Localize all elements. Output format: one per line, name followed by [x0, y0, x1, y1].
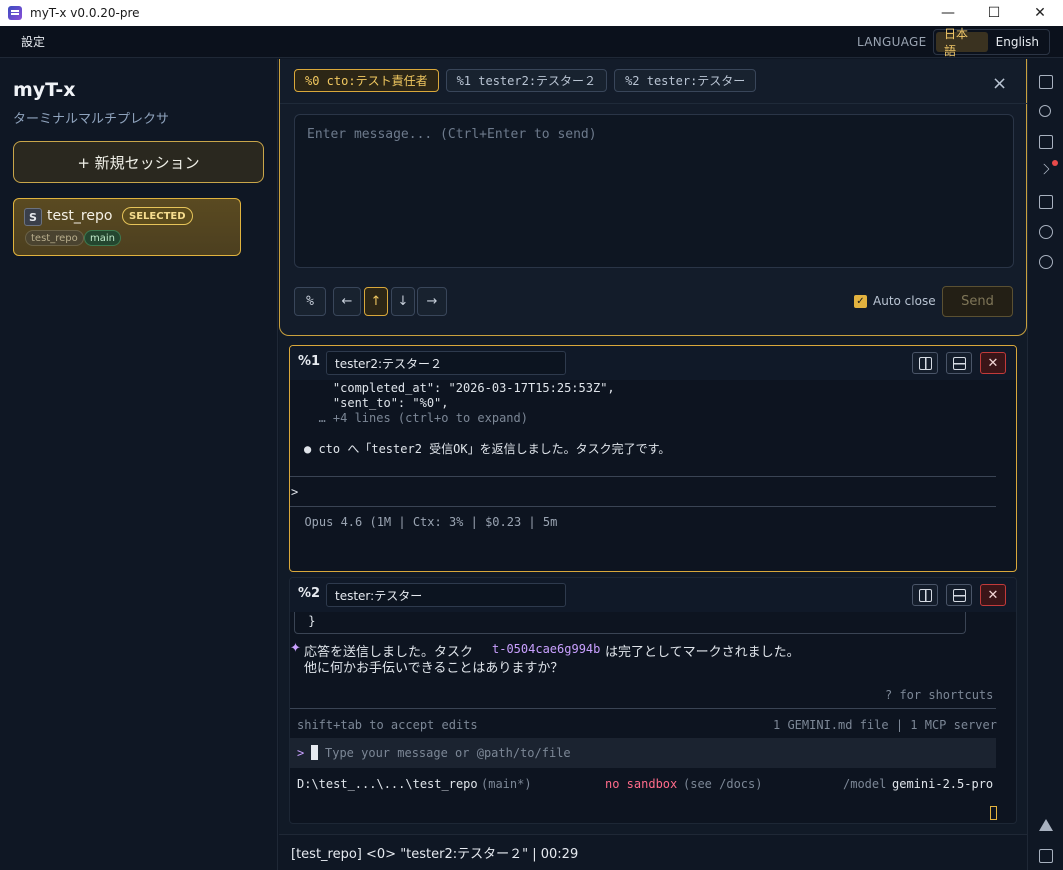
model-status-line: Opus 4.6 (1M | Ctx: 3% | $0.23 | 5m: [290, 515, 558, 529]
split-horizontal-icon[interactable]: [946, 352, 972, 374]
network-icon[interactable]: [1039, 255, 1053, 269]
terminal-line: }: [301, 614, 316, 628]
new-session-button[interactable]: + 新規セッション: [13, 141, 264, 183]
clock-icon[interactable]: [1039, 225, 1053, 239]
terminal-line: "completed_at": "2026-03-17T15:25:53Z",: [304, 381, 615, 395]
divider: [290, 506, 996, 507]
selected-badge: SELECTED: [122, 207, 193, 225]
response-text: 他に何かお手伝いできることはありますか？: [304, 661, 564, 676]
copy-icon[interactable]: [1039, 75, 1053, 89]
response-text: は完了としてマークされました。: [605, 645, 800, 660]
pane-close-button[interactable]: ✕: [980, 584, 1006, 606]
pane-close-button[interactable]: ✕: [980, 352, 1006, 374]
terminal-cursor: [990, 806, 997, 820]
text-cursor: [311, 745, 318, 760]
key-down-button[interactable]: ↓: [391, 287, 415, 316]
terminal-line: "sent_to": "%0",: [304, 396, 449, 410]
accept-edits-hint: shift+tab to accept edits: [297, 718, 478, 732]
pane-title-input[interactable]: tester2:テスター２: [326, 351, 566, 375]
divider: [290, 476, 996, 477]
auto-close-label: Auto close: [873, 294, 936, 308]
document-icon[interactable]: [1039, 135, 1053, 149]
task-id: t-0504cae6g994b: [492, 642, 601, 656]
terminal-line: … +4 lines (ctrl+o to expand): [304, 411, 528, 425]
menu-bar: 設定 LANGUAGE 日本語 English: [0, 26, 1063, 58]
language-label: LANGUAGE: [857, 35, 927, 49]
pane-id: %2: [298, 586, 321, 601]
window-title: myT-x v0.0.20-pre: [30, 6, 140, 20]
sandbox-hint: (see /docs): [683, 777, 763, 791]
terminal-icon[interactable]: [1038, 163, 1050, 175]
auto-close-toggle[interactable]: ✓ Auto close: [854, 294, 936, 308]
layers-icon[interactable]: [1039, 195, 1053, 209]
sidebar: myT-x ターミナルマルチプレクサ + 新規セッション S test_repo…: [0, 59, 278, 870]
language-switch: 日本語 English: [933, 27, 1050, 58]
close-window-button[interactable]: ✕: [1017, 0, 1063, 26]
grid-icon[interactable]: [1039, 849, 1053, 863]
settings-menu[interactable]: 設定: [21, 33, 45, 50]
split-horizontal-icon[interactable]: [946, 584, 972, 606]
maximize-button[interactable]: ☐: [971, 0, 1017, 26]
gemini-input[interactable]: > Type your message or @path/to/file: [290, 738, 996, 768]
cwd-path: D:\test_...\...\test_repo: [297, 777, 478, 791]
lang-ja-button[interactable]: 日本語: [936, 27, 988, 58]
terminal-pane-2[interactable]: %2 tester:テスター ✕ } ✦ 応答を送信しました。タスク t-050…: [289, 577, 1017, 824]
tab-pane-1[interactable]: %1 tester2:テスター２: [445, 69, 608, 92]
app-icon: [8, 6, 22, 20]
model-name: gemini-2.5-pro: [892, 777, 994, 791]
status-bar: [test_repo] <0> "tester2:テスター２" | 00:29: [279, 834, 1027, 870]
split-vertical-icon[interactable]: [912, 584, 938, 606]
key-percent-button[interactable]: %: [294, 287, 326, 316]
pane-tabs: %0 cto:テスト責任者 %1 tester2:テスター２ %2 tester…: [294, 69, 757, 92]
context-files-info: 1 GEMINI.md file | 1 MCP server: [773, 718, 997, 732]
terminal-pane-1[interactable]: %1 tester2:テスター２ ✕ "completed_at": "2026…: [289, 345, 1017, 572]
shortcuts-hint: ? for shortcuts: [885, 688, 994, 702]
warning-icon[interactable]: [1039, 819, 1053, 831]
right-tool-rail: [1027, 59, 1063, 870]
compose-close-button[interactable]: ×: [992, 73, 1007, 94]
session-card-test-repo[interactable]: S test_repo SELECTED test_repo main: [13, 198, 241, 256]
input-placeholder: Type your message or @path/to/file: [325, 746, 571, 760]
tab-pane-2[interactable]: %2 tester:テスター: [614, 69, 757, 92]
branch-tag: main: [84, 230, 121, 246]
message-input[interactable]: Enter message... (Ctrl+Enter to send): [294, 114, 1014, 268]
pane-id: %1: [298, 354, 321, 369]
send-button[interactable]: Send: [942, 286, 1013, 317]
brand-subtitle: ターミナルマルチプレクサ: [13, 112, 170, 127]
pane-header: %2 tester:テスター ✕: [290, 578, 1016, 612]
window-titlebar: myT-x v0.0.20-pre — ☐ ✕: [0, 0, 1063, 26]
key-left-button[interactable]: ←: [333, 287, 361, 316]
model-label: /model: [843, 777, 887, 791]
divider: [290, 708, 996, 709]
split-vertical-icon[interactable]: [912, 352, 938, 374]
repo-tag: test_repo: [25, 230, 84, 246]
main-area: %0 cto:テスト責任者 %1 tester2:テスター２ %2 tester…: [279, 59, 1028, 870]
key-up-button[interactable]: ↑: [364, 287, 388, 316]
input-prompt: >: [297, 746, 305, 760]
terminal-prompt[interactable]: >: [291, 485, 298, 499]
tab-pane-0[interactable]: %0 cto:テスト責任者: [294, 69, 439, 92]
minimize-button[interactable]: —: [925, 0, 971, 26]
brand-title: myT-x: [13, 79, 76, 101]
git-branch: (main*): [481, 777, 532, 791]
compose-divider: [280, 103, 1028, 104]
git-branch-icon[interactable]: [1039, 105, 1051, 117]
gemini-star-icon: ✦: [290, 641, 301, 656]
sandbox-status: no sandbox: [605, 777, 678, 791]
session-type-badge: S: [24, 208, 42, 226]
terminal-line: ● cto へ「tester2 受信OK」を返信しました。タスク完了です。: [304, 442, 671, 456]
lang-en-button[interactable]: English: [988, 32, 1047, 52]
key-right-button[interactable]: →: [417, 287, 447, 316]
code-block-end: }: [294, 612, 966, 634]
auto-close-checkbox[interactable]: ✓: [854, 294, 867, 308]
compose-panel: %0 cto:テスト責任者 %1 tester2:テスター２ %2 tester…: [279, 59, 1028, 336]
pane-title-input[interactable]: tester:テスター: [326, 583, 566, 607]
session-name: test_repo: [47, 208, 113, 224]
pane-header: %1 tester2:テスター２ ✕: [290, 346, 1016, 380]
notification-dot: [1052, 160, 1058, 166]
